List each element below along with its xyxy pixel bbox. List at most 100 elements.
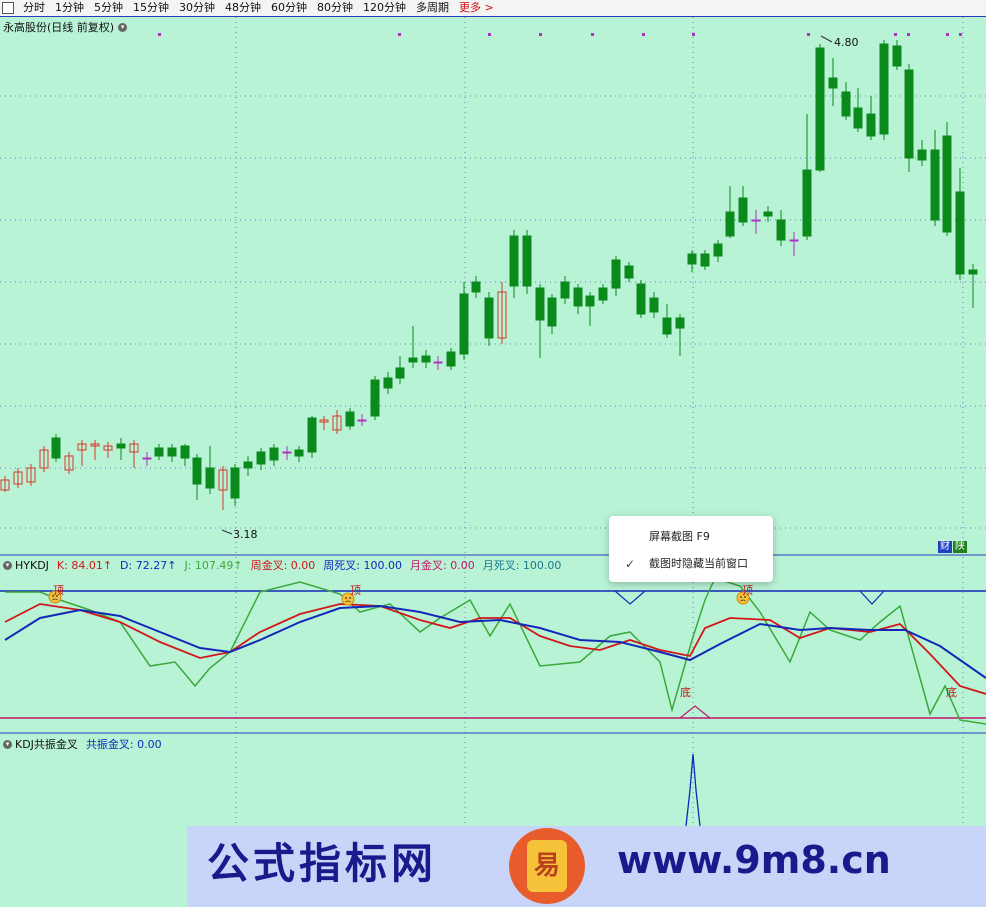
candle-body — [700, 253, 710, 267]
candle-body — [294, 449, 304, 457]
candle-body — [433, 361, 443, 364]
candle-body — [763, 211, 773, 217]
candle-body — [243, 461, 253, 469]
candle-body — [776, 219, 786, 241]
marker-dot — [539, 33, 542, 36]
candle-body — [116, 443, 126, 449]
candle-body — [841, 91, 851, 117]
candle-body — [395, 367, 405, 379]
marker-dot — [959, 33, 962, 36]
candle-body — [357, 419, 367, 422]
candle-body — [892, 45, 902, 67]
candle-body — [815, 47, 825, 171]
hykdj-week-golden: 周金叉: 0.00 — [250, 559, 316, 572]
low-price-label: 3.18 — [233, 528, 258, 541]
bottom-label-1: 底 — [680, 685, 691, 699]
k-line — [4, 603, 986, 695]
candle-body — [167, 447, 177, 457]
candle-body — [853, 107, 863, 129]
candle-body — [573, 287, 583, 307]
candle-body — [509, 235, 519, 287]
j-line — [5, 577, 986, 725]
month-golden-cross-line — [679, 705, 711, 719]
menu-item-hide-window-label: 截图时隐藏当前窗口 — [649, 557, 748, 570]
yang-badge[interactable]: 陕 — [953, 541, 967, 553]
candle-body — [142, 457, 152, 460]
marker-dot — [907, 33, 910, 36]
candle-body — [370, 379, 380, 417]
watermark-logo-char: 易 — [527, 840, 567, 892]
hykdj-toggle-icon[interactable]: ▾ — [3, 560, 12, 570]
kdj2-header: ▾ KDJ共振金叉 共振金叉: 0.00 — [3, 736, 170, 752]
candle-body — [408, 357, 418, 363]
candle-body — [751, 219, 761, 222]
candle-body — [180, 445, 190, 459]
marker-dot — [692, 33, 695, 36]
candle-body — [713, 243, 723, 257]
candle-body — [955, 191, 965, 275]
candle-body — [522, 235, 532, 287]
marker-dot — [488, 33, 491, 36]
watermark-url: www.9m8.cn — [617, 838, 891, 882]
face-icon-eye — [349, 597, 351, 599]
candle-body — [459, 293, 469, 355]
kdj2-value: 共振金叉: 0.00 — [85, 738, 162, 751]
kdj2-name: KDJ共振金叉 — [15, 738, 78, 751]
candle-body — [917, 149, 927, 161]
watermark-cn-text: 公式指标网 — [207, 839, 438, 888]
hykdj-k-value: K: 84.01↑ — [56, 558, 113, 572]
chart-canvas[interactable]: 4.80 3.18 顶 顶 顶 底 底 — [0, 0, 986, 907]
candle-body — [547, 297, 557, 327]
watermark-banner: 公式指标网 易 www.9m8.cn — [187, 826, 986, 907]
candle-body — [662, 317, 672, 335]
candle-body — [649, 297, 659, 313]
candle-body — [560, 281, 570, 299]
hykdj-week-dead: 周死叉: 100.00 — [323, 559, 402, 572]
candle-body — [828, 77, 838, 89]
candle-body — [789, 239, 799, 242]
candle-body — [471, 281, 481, 293]
hykdj-header: ▾ HYKDJ K: 84.01↑ D: 72.27↑ J: 107.49↑ 周… — [3, 557, 569, 573]
stock-title: 永高股份(日线 前复权) ▾ — [3, 19, 128, 35]
candle-body — [192, 457, 202, 485]
resonance-spike-line — [685, 753, 701, 827]
candle-body — [598, 287, 608, 301]
face-icon-eye — [345, 597, 347, 599]
marker-dot — [807, 33, 810, 36]
candle-body — [383, 377, 393, 389]
week-dead-cross-line — [614, 590, 646, 605]
candle-body — [636, 283, 646, 315]
menu-item-screenshot[interactable]: 屏幕截图 F9 — [609, 526, 773, 548]
candle-body — [51, 437, 61, 459]
marker-dot — [946, 33, 949, 36]
top-label-1: 顶 — [53, 584, 64, 597]
signal-icons — [48, 590, 750, 606]
candle-body — [345, 411, 355, 427]
finance-badge[interactable]: 财 — [938, 541, 952, 553]
high-pointer — [820, 35, 833, 43]
candle-body — [624, 265, 634, 279]
candle-body — [942, 135, 952, 233]
candle-body — [725, 211, 735, 237]
candle-body — [738, 197, 748, 223]
candle-body — [307, 417, 317, 453]
kdj2-toggle-icon[interactable]: ▾ — [3, 739, 12, 749]
marker-dot — [158, 33, 161, 36]
hykdj-month-dead: 月死叉: 100.00 — [482, 559, 562, 572]
menu-item-hide-window[interactable]: ✓ 截图时隐藏当前窗口 — [609, 553, 773, 575]
week-dead-cross-line-2 — [859, 590, 885, 605]
bottom-label-2: 底 — [946, 685, 957, 699]
candle-body — [484, 297, 494, 339]
hykdj-name: HYKDJ — [15, 558, 49, 572]
dropdown-circle-icon[interactable]: ▾ — [118, 22, 128, 32]
marker-dot — [642, 33, 645, 36]
marker-dot — [398, 33, 401, 36]
hykdj-d-value: D: 72.27↑ — [120, 558, 177, 572]
candle-body — [968, 269, 978, 275]
hykdj-j-value: J: 107.49↑ — [184, 558, 243, 572]
marker-dot — [894, 33, 897, 36]
top-label-3: 顶 — [742, 584, 753, 597]
candle-body — [446, 351, 456, 367]
candle-body — [154, 447, 164, 457]
candle-body — [282, 451, 292, 454]
